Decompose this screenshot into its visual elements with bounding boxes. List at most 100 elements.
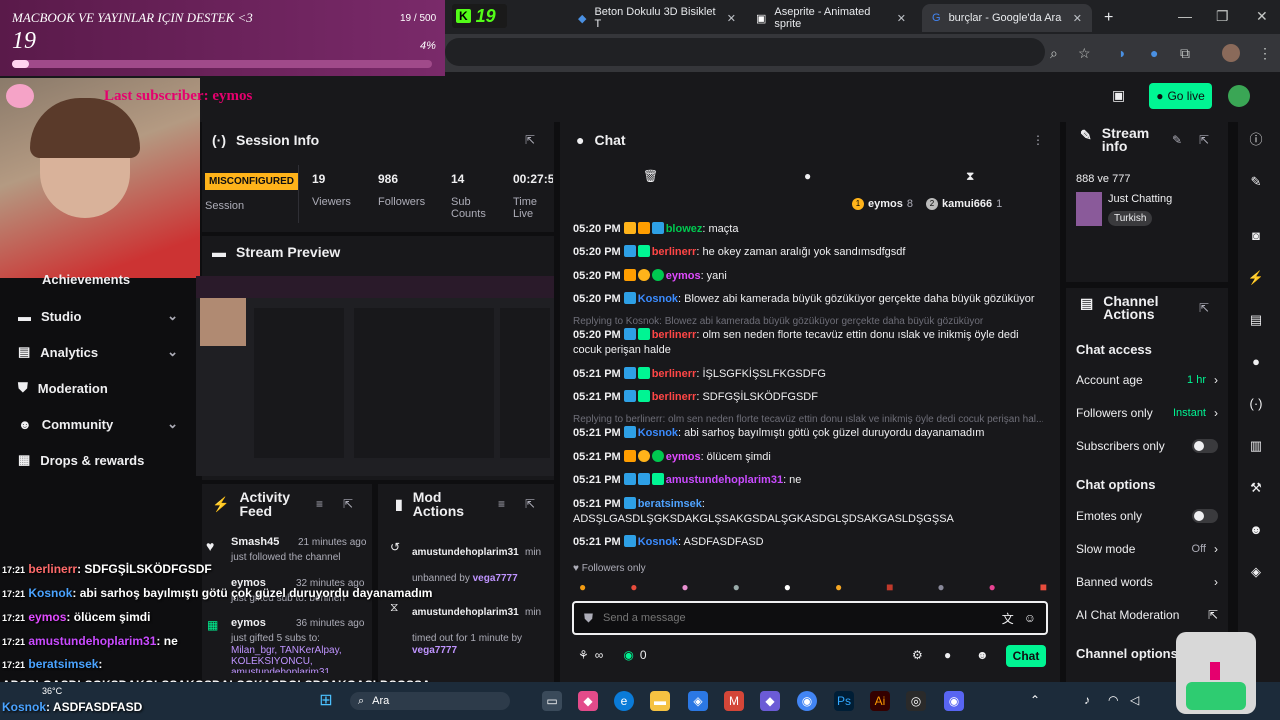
taskbar-search[interactable]: ⌕ Ara [350,692,510,710]
settings-icon[interactable]: ⚙ [912,648,923,662]
tray-chevron-icon[interactable]: ⌃ [1030,693,1040,707]
edit-icon[interactable]: ✎ [1172,133,1182,147]
popout-icon[interactable]: ⇱ [1199,301,1209,315]
illustrator-icon[interactable]: Ai [870,691,890,711]
chat-username[interactable]: berlinerr [652,368,697,380]
menu-dots-icon[interactable]: ⋮ [1258,45,1272,62]
community-icon[interactable]: ☻ [1246,520,1266,540]
chat-username[interactable]: eymos [666,451,701,463]
vs-icon[interactable]: ◆ [760,691,780,711]
extensions-puzzle-icon[interactable]: ⧉ [1180,45,1190,62]
camera-icon[interactable]: ◙ [1246,226,1266,246]
address-input[interactable] [445,38,1045,66]
user-avatar[interactable] [1228,85,1250,107]
emote-icon[interactable]: ■ [886,580,893,598]
browser-tab-active[interactable]: Gburçlar - Google'da Ara ✕ [922,4,1092,32]
emoji-icon[interactable]: ☺ [1024,611,1036,625]
popout-icon[interactable]: ⇱ [1199,133,1209,147]
chat-username[interactable]: Kosnok [638,427,678,439]
banned-words-setting[interactable]: Banned words › [1076,575,1218,589]
tag-chip[interactable]: Turkish [1108,211,1153,226]
go-live-button[interactable]: ● Go live [1149,83,1212,109]
chat-tab-icon[interactable]: ● [804,169,811,183]
emote-icon[interactable]: ■ [1040,580,1047,598]
points-icon[interactable]: ⚘ [578,648,589,662]
extension-icon[interactable]: ● [1150,45,1158,61]
lightning-icon[interactable]: ⚡ [1246,268,1266,288]
emote-icon[interactable]: ● [579,580,586,598]
store-icon[interactable]: ◈ [688,691,708,711]
emotes-only-setting[interactable]: Emotes only [1076,509,1218,523]
filter-icon[interactable]: ≡ [498,497,505,511]
emote-icon[interactable]: ● [937,580,944,598]
clipboard-icon[interactable]: ▤ [1246,310,1266,330]
hourglass-icon[interactable]: ⧗ [966,169,974,184]
broadcast-icon[interactable]: (·) [1246,394,1266,414]
chat-send-button[interactable]: Chat [1006,645,1046,667]
emote-icon[interactable]: ● [784,580,791,598]
chrome-icon[interactable]: ◉ [797,691,817,711]
browser-tab[interactable]: ◆ Beton Dokulu 3D Bisiklet T ✕ [568,4,746,32]
close-icon[interactable]: ✕ [897,12,906,25]
chat-username[interactable]: eymos [666,270,701,282]
ai-moderation-setting[interactable]: AI Chat Moderation ⇱ [1076,608,1218,622]
chat-username[interactable]: Kosnok [638,293,678,305]
extension-icon[interactable]: ◗ [1118,45,1126,61]
theatre-icon[interactable]: ▣ [1112,87,1125,104]
emote-icon[interactable]: ● [989,580,996,598]
sidebar-item-studio[interactable]: ▬ Studio ⌄ [18,308,178,324]
popout-icon[interactable]: ⇱ [525,497,535,511]
browser-tab[interactable]: ▣ Aseprite - Animated sprite ✕ [746,4,916,32]
chat-icon[interactable]: ● [1246,352,1266,372]
sidebar-item-community[interactable]: ☻ Community ⌄ [18,416,178,432]
windows-start-icon[interactable]: ⊞ [316,691,336,711]
community-icon[interactable]: ☻ [976,648,989,662]
chat-username[interactable]: Kosnok [638,536,678,548]
popout-icon[interactable]: ⇱ [525,133,535,147]
tag-icon[interactable]: ◈ [1246,562,1266,582]
search-icon[interactable]: ⌕ [1050,45,1058,62]
popout-icon[interactable]: ⇱ [343,497,353,511]
mic-icon[interactable]: ♪ [1084,693,1090,707]
close-icon[interactable]: ✕ [727,12,736,25]
file-explorer-icon[interactable]: ▬ [650,691,670,711]
photoshop-icon[interactable]: Ps [834,691,854,711]
discord-icon[interactable]: ◉ [944,691,964,711]
bookmark-star-icon[interactable]: ☆ [1078,45,1091,62]
chat-username[interactable]: beratsimsek [638,498,702,510]
wrench-icon[interactable]: ⚒ [1246,478,1266,498]
sidebar-item-achievements[interactable]: Achievements [18,272,178,287]
new-tab-button[interactable]: + [1104,9,1113,27]
pencil-icon[interactable]: ✎ [1246,172,1266,192]
close-icon[interactable]: ✕ [1073,12,1082,25]
sidebar-item-drops[interactable]: ▦ Drops & rewards [18,452,178,468]
info-icon[interactable]: ⓘ [1246,130,1266,150]
window-close-icon[interactable]: ✕ [1256,8,1268,25]
gmail-icon[interactable]: M [724,691,744,711]
filter-icon[interactable]: ≡ [316,497,323,511]
account-age-setting[interactable]: Account age 1 hr › [1076,373,1218,387]
chat-username[interactable]: berlinerr [652,391,697,403]
chat-input-box[interactable]: ⛊ 文 ☺ [572,601,1048,635]
layout-icon[interactable]: ▥ [1246,436,1266,456]
more-icon[interactable]: ⋮ [1032,133,1044,147]
subscribers-only-setting[interactable]: Subscribers only [1076,439,1218,453]
chat-username[interactable]: berlinerr [652,329,697,341]
maximize-icon[interactable]: ❐ [1216,8,1229,25]
emote-icon[interactable]: ● [835,580,842,598]
chat-username[interactable]: berlinerr [652,246,697,258]
emotes-only-toggle[interactable] [1192,509,1218,523]
chat-username[interactable]: blowez [666,223,703,235]
trash-icon[interactable]: 🗑 [643,169,658,183]
task-view-icon[interactable]: ▭ [542,691,562,711]
minimize-icon[interactable]: — [1178,8,1192,24]
emote-icon[interactable]: ● [630,580,637,598]
chat-input[interactable] [603,612,992,624]
volume-icon[interactable]: ◁ [1130,693,1139,707]
slow-mode-setting[interactable]: Slow mode Off › [1076,542,1218,556]
translate-icon[interactable]: 文 [1002,610,1014,627]
followers-only-setting[interactable]: Followers only Instant › [1076,406,1218,420]
emote-icon[interactable]: ● [681,580,688,598]
emote-icon[interactable]: ● [733,580,740,598]
wifi-icon[interactable]: ◠ [1108,693,1118,707]
